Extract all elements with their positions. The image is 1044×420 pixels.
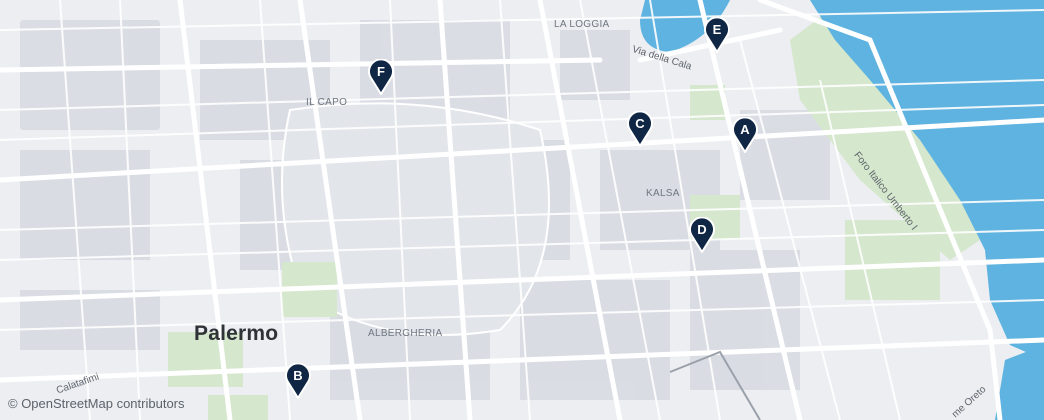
map-canvas[interactable]: LA LOGGIA IL CAPO KALSA ALBERGHERIA Pale… <box>0 0 1044 420</box>
map-attribution[interactable]: © OpenStreetMap contributors <box>8 396 185 411</box>
marker-letter: A <box>740 122 750 137</box>
marker-letter: B <box>293 368 303 383</box>
map-marker-d[interactable]: D <box>688 217 716 253</box>
marker-letter: F <box>377 64 385 79</box>
marker-letter: D <box>697 222 707 237</box>
marker-letter: C <box>635 116 645 131</box>
map-marker-a[interactable]: A <box>731 117 759 153</box>
district-label-albergheria: ALBERGHERIA <box>368 328 443 339</box>
map-marker-b[interactable]: B <box>284 363 312 399</box>
basemap <box>0 0 1044 420</box>
marker-letter: E <box>712 22 722 37</box>
district-label-la-loggia: LA LOGGIA <box>554 19 610 30</box>
map-marker-c[interactable]: C <box>626 111 654 147</box>
district-label-kalsa: KALSA <box>646 188 680 199</box>
city-label: Palermo <box>194 322 279 345</box>
map-marker-e[interactable]: E <box>703 17 731 53</box>
district-label-il-capo: IL CAPO <box>306 97 348 108</box>
map-marker-f[interactable]: F <box>367 59 395 95</box>
